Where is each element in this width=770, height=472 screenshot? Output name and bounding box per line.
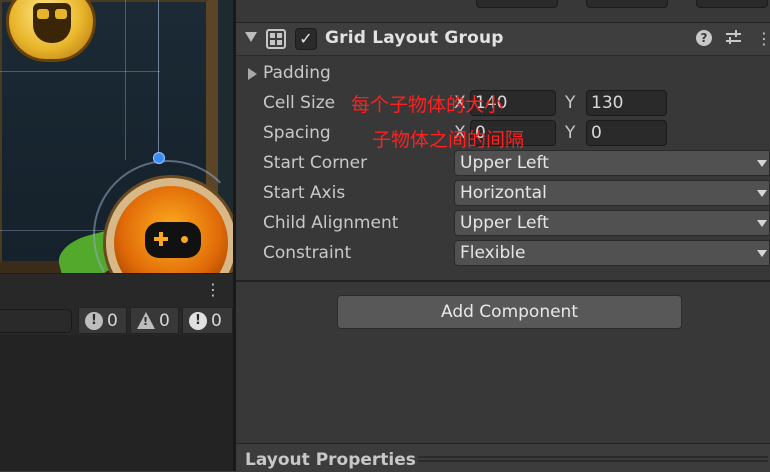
padding-foldout-arrow-icon[interactable] (248, 68, 257, 80)
start-axis-value: Horizontal (460, 183, 547, 203)
component-menu-icon[interactable]: ⋮ (756, 28, 770, 50)
start-axis-label: Start Axis (263, 183, 346, 203)
cell-size-x-label[interactable]: X (454, 93, 466, 113)
constraint-value: Flexible (460, 243, 526, 263)
spacing-x-field[interactable]: 0 (470, 120, 556, 146)
child-alignment-value: Upper Left (460, 213, 549, 233)
rect-guide-line (0, 71, 160, 72)
component-title: Grid Layout Group (325, 28, 504, 48)
start-axis-dropdown[interactable]: Horizontal (454, 180, 770, 206)
scene-view[interactable] (0, 0, 233, 273)
previous-component-fields (236, 0, 770, 20)
chevron-down-icon (757, 160, 767, 167)
console-panel: ⋮ ! 0 ! 0 ! 0 (0, 273, 233, 471)
warning-count-button[interactable]: ! 0 (130, 307, 179, 334)
chevron-down-icon (757, 220, 767, 227)
error-icon: ! (85, 311, 103, 330)
grid-layout-icon (266, 29, 286, 49)
mask-eye (37, 9, 49, 19)
spacing-y-field[interactable]: 0 (586, 120, 667, 146)
error-count-button[interactable]: ! 0 (78, 307, 127, 334)
cell-size-y-label[interactable]: Y (565, 93, 575, 113)
spacing-y-label[interactable]: Y (565, 123, 575, 143)
spacing-x-label[interactable]: X (454, 123, 466, 143)
start-corner-value: Upper Left (460, 153, 549, 173)
start-corner-label: Start Corner (263, 153, 368, 173)
help-icon[interactable]: ? (696, 30, 712, 46)
warning-count: 0 (159, 310, 170, 331)
chevron-down-icon (757, 190, 767, 197)
previous-field[interactable] (476, 0, 558, 8)
foldout-arrow-icon[interactable] (245, 32, 257, 42)
presets-icon[interactable] (725, 29, 743, 47)
console-menu-icon[interactable]: ⋮ (205, 280, 221, 300)
component-separator (236, 280, 770, 282)
warning-icon: ! (137, 311, 155, 330)
console-toolbar: ⋮ ! 0 ! 0 ! 0 (0, 273, 233, 336)
child-alignment-dropdown[interactable]: Upper Left (454, 210, 770, 236)
info-count-button[interactable]: ! 0 (182, 307, 233, 334)
chevron-down-icon (757, 250, 767, 257)
layout-properties-title: Layout Properties (245, 450, 416, 470)
console-search-input[interactable] (0, 309, 72, 333)
cell-size-x-field[interactable]: 140 (470, 90, 556, 116)
previous-field[interactable] (696, 0, 768, 8)
info-count: 0 (211, 310, 222, 331)
pivot-handle[interactable] (153, 152, 165, 164)
constraint-label: Constraint (263, 243, 352, 263)
gamepad-shape (145, 222, 201, 258)
previous-field[interactable] (586, 0, 668, 8)
console-log-area[interactable] (0, 335, 233, 471)
cell-size-y-field[interactable]: 130 (586, 90, 667, 116)
rect-guide-line (125, 0, 126, 160)
info-icon: ! (189, 311, 207, 330)
padding-label[interactable]: Padding (263, 63, 331, 83)
component-enabled-checkbox[interactable]: ✓ (295, 28, 317, 50)
error-count: 0 (107, 310, 118, 331)
constraint-dropdown[interactable]: Flexible (454, 240, 770, 266)
layout-properties-panel-header[interactable]: Layout Properties (236, 443, 770, 472)
gamepad-button-icon (181, 236, 188, 243)
rect-guide-line (158, 0, 159, 152)
child-alignment-label: Child Alignment (263, 213, 399, 233)
dpad-icon (159, 232, 163, 246)
cell-size-label: Cell Size (263, 93, 336, 113)
grid-layout-group-header[interactable]: ✓ Grid Layout Group ? ⋮ (236, 22, 770, 56)
add-component-button[interactable]: Add Component (337, 295, 682, 329)
mask-eye (55, 9, 67, 19)
drag-grip[interactable] (418, 456, 768, 462)
inspector-panel: ✓ Grid Layout Group ? ⋮ Padding Cell Siz… (236, 0, 770, 472)
start-corner-dropdown[interactable]: Upper Left (454, 150, 770, 176)
spacing-label: Spacing (263, 123, 331, 143)
